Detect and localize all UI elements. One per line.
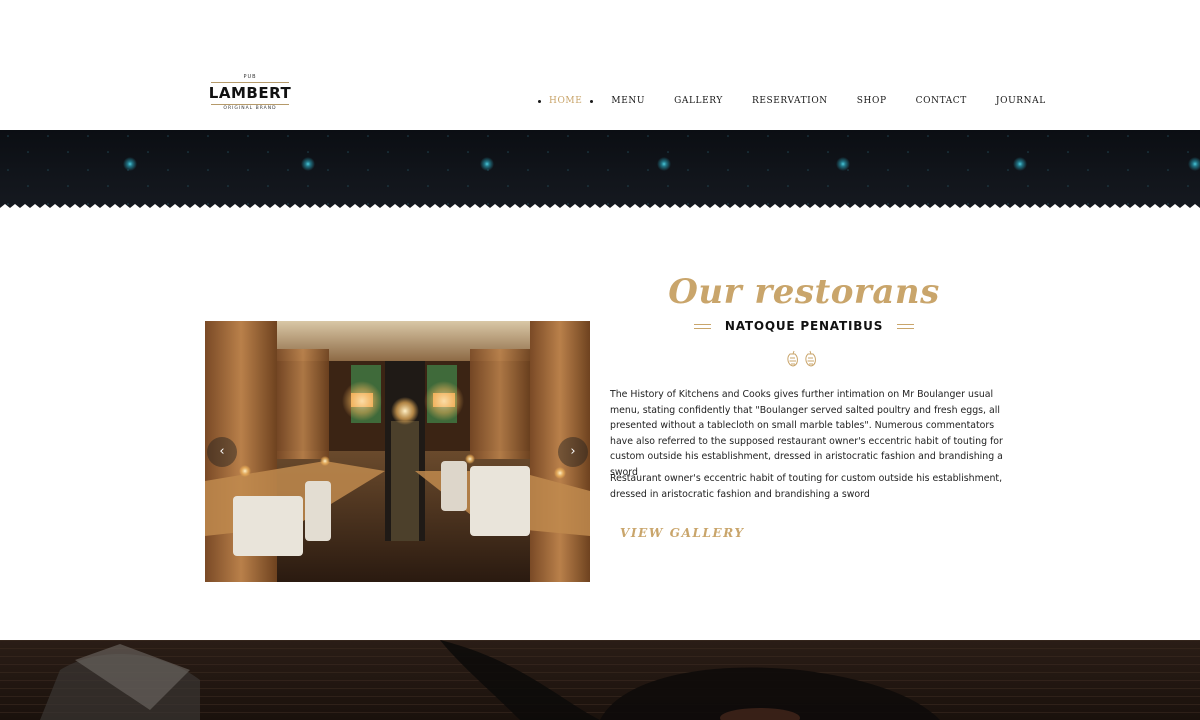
starry-banner — [0, 130, 1200, 214]
nav-item-home[interactable]: HOME — [549, 96, 582, 106]
view-gallery-link[interactable]: VIEW GALLERY — [620, 526, 745, 540]
restaurant-image-slider[interactable]: ‹ › — [205, 321, 590, 582]
nav-item-contact[interactable]: CONTACT — [916, 96, 967, 106]
nav-item-gallery[interactable]: GALLERY — [674, 96, 723, 106]
restaurant-interior-image — [205, 321, 590, 582]
chevron-left-icon: ‹ — [219, 444, 225, 459]
nav-item-journal[interactable]: JOURNAL — [996, 96, 1046, 106]
chevron-right-icon: › — [570, 444, 576, 459]
hops-ornament-icon — [787, 350, 816, 367]
logo-rule-top — [211, 82, 289, 83]
starry-banner-graphic — [0, 130, 1200, 214]
logo-tagline: ORIGINAL BRAND — [223, 106, 277, 111]
slider-prev-button[interactable]: ‹ — [207, 437, 237, 467]
section-subtitle: NATOQUE PENATIBUS — [724, 319, 884, 333]
main-nav: HOME MENU GALLERY RESERVATION SHOP CONTA… — [538, 94, 1046, 108]
nav-active-dot-left — [538, 99, 541, 103]
bottom-dark-banner — [0, 640, 1200, 720]
logo-rule-bottom — [211, 104, 289, 105]
bottom-banner-graphic — [0, 640, 1200, 720]
nav-active-dot-right — [590, 99, 594, 103]
logo-top-text: PUB — [243, 74, 257, 80]
nav-item-shop[interactable]: SHOP — [857, 96, 887, 106]
section-paragraph-2: Restaurant owner's eccentric habit of to… — [610, 473, 1003, 500]
subtitle-rule-left — [693, 323, 711, 329]
nav-item-menu[interactable]: MENU — [611, 96, 645, 106]
logo-name: LAMBERT — [208, 84, 292, 102]
subtitle-rule-right — [897, 323, 915, 329]
nav-item-reservation[interactable]: RESERVATION — [752, 96, 828, 106]
site-header: PUB LAMBERT ORIGINAL BRAND HOME MENU GAL… — [0, 0, 1200, 130]
section-title: Our restorans — [668, 272, 940, 312]
section-subtitle-row: NATOQUE PENATIBUS — [600, 316, 1008, 336]
site-logo[interactable]: PUB LAMBERT ORIGINAL BRAND — [207, 74, 293, 118]
slider-next-button[interactable]: › — [558, 437, 588, 467]
section-paragraph-1: The History of Kitchens and Cooks gives … — [610, 389, 1003, 478]
